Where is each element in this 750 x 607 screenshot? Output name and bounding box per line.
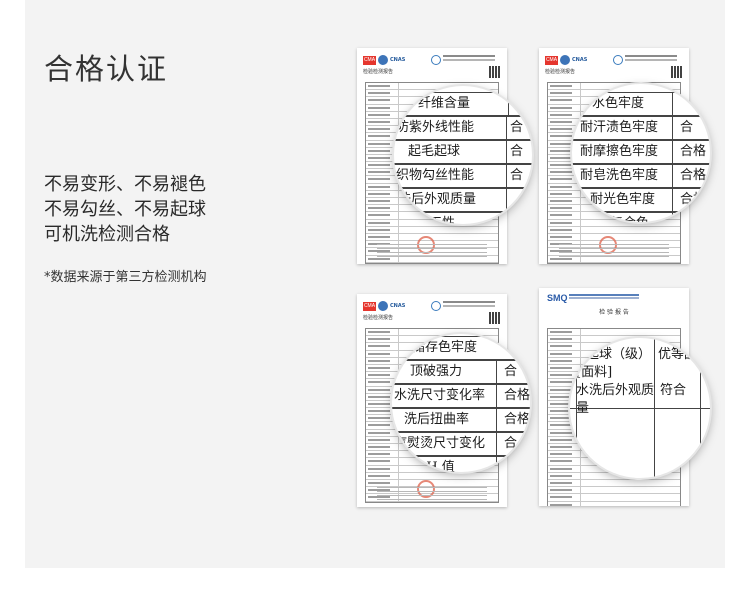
cnas-logo: CNAS xyxy=(390,303,406,309)
cnas-logo: CNAS xyxy=(572,57,588,63)
report-footer xyxy=(377,244,487,258)
lab-name-text xyxy=(569,294,639,296)
qr-code-icon xyxy=(671,66,683,78)
lab-name-text xyxy=(625,55,677,57)
magnifier-lens: 起球（级） 优等品 [面料] 水洗后外观质 符合 量 xyxy=(570,338,710,478)
smq-logo: SMQ xyxy=(547,293,568,303)
lab-logo xyxy=(431,55,441,65)
report-title: 检 验 报 告 xyxy=(599,309,629,316)
magnifier-lens: 纤维含量 防紫外线性能合 起毛起球合 织物勾丝性能合 洗后外观质量 速干性 xyxy=(394,86,532,224)
qr-code-icon xyxy=(489,312,501,324)
report-title: 检验检测报告 xyxy=(545,69,576,75)
magnifier-lens: 储存色牢度 顶破强力合 水洗尺寸变化率 合格 洗后扭曲率 合格 汽熨烫尺寸变化合 p… xyxy=(392,334,530,472)
ilac-logo xyxy=(378,301,388,311)
report-footer xyxy=(559,244,669,258)
section-title: 合格认证 xyxy=(44,52,169,86)
lab-name-text xyxy=(443,301,495,303)
lab-logo xyxy=(613,55,623,65)
cnas-logo: CNAS xyxy=(390,57,406,63)
feature-list: 不易变形、不易褪色 不易勾丝、不易起球 可机洗检测合格 xyxy=(44,172,206,247)
cma-logo: CMA xyxy=(545,56,558,65)
ilac-logo xyxy=(378,55,388,65)
feature-line: 可机洗检测合格 xyxy=(44,224,170,245)
lab-logo xyxy=(431,301,441,311)
cma-logo: CMA xyxy=(363,302,376,311)
feature-line: 不易勾丝、不易起球 xyxy=(44,199,206,220)
report-footer xyxy=(377,487,487,501)
magnifier-lens: 水色牢度 耐汗渍色牢度合 耐摩擦色牢度合格 耐皂洗色牢度合格 耐光色牢度合格 、… xyxy=(572,84,710,222)
report-title: 检验检测报告 xyxy=(363,315,394,321)
report-title: 检验检测报告 xyxy=(363,69,394,75)
qr-code-icon xyxy=(489,66,501,78)
lab-name-text xyxy=(443,55,495,57)
ilac-logo xyxy=(560,55,570,65)
feature-line: 不易变形、不易褪色 xyxy=(44,174,206,195)
cma-logo: CMA xyxy=(363,56,376,65)
source-note: *数据来源于第三方检测机构 xyxy=(44,270,207,285)
